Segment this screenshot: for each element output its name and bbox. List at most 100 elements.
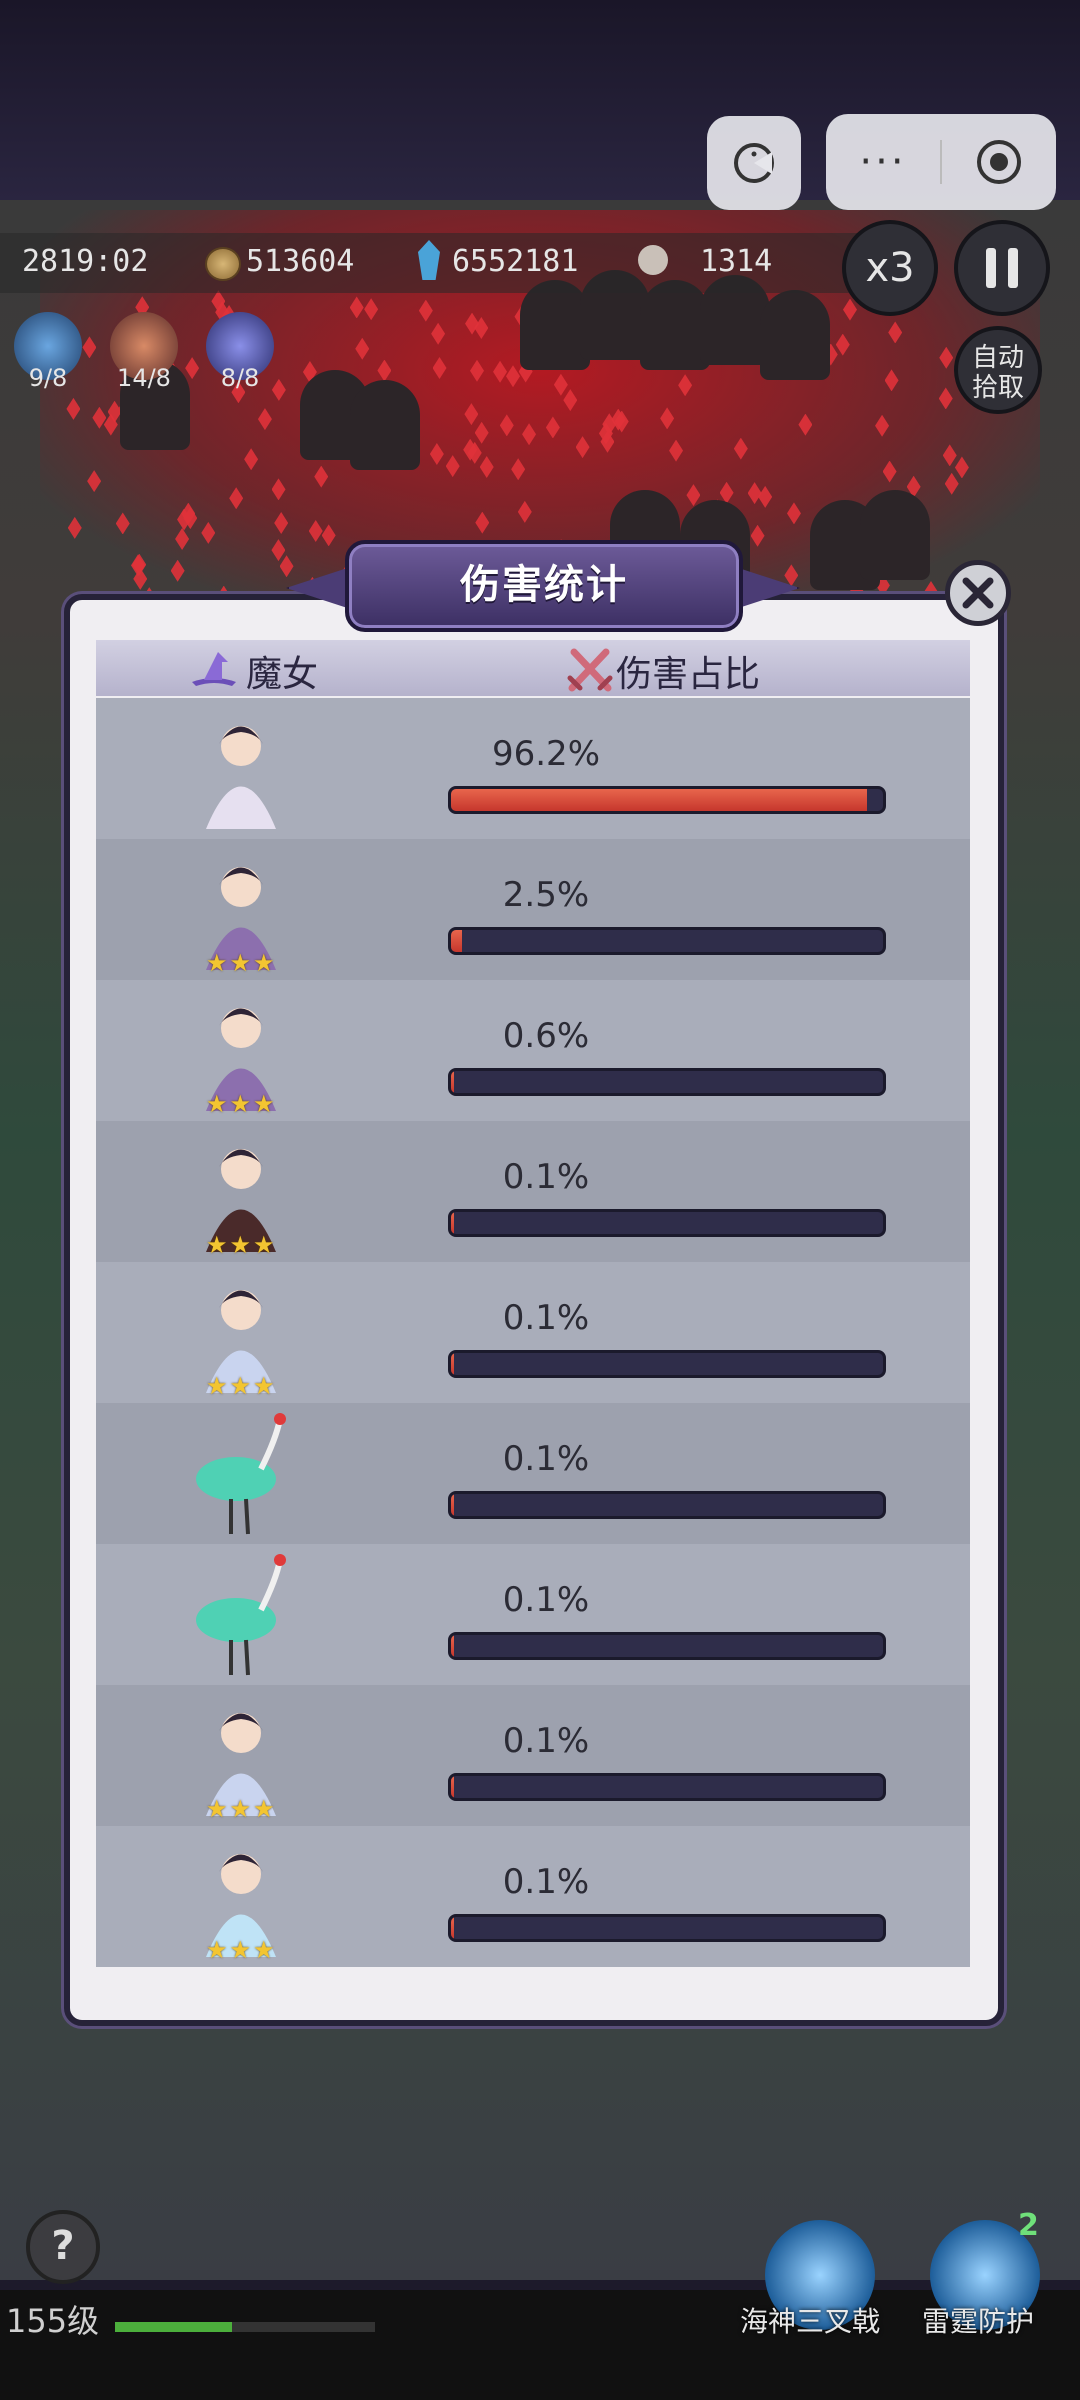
star-icon: ★ xyxy=(206,1795,228,1823)
damage-percent: 96.2% xyxy=(491,734,600,774)
damage-share-bar xyxy=(448,927,886,955)
damage-share-bar xyxy=(448,1914,886,1942)
star-icon: ★ xyxy=(206,1090,228,1118)
game-icon-button[interactable] xyxy=(707,116,801,210)
star-icon: ★ xyxy=(229,949,252,977)
witch-hat-icon xyxy=(192,652,236,686)
star-icon: ★ xyxy=(253,949,275,977)
damage-percent: 0.1% xyxy=(502,1580,590,1620)
damage-percent: 0.1% xyxy=(502,1721,590,1761)
damage-row: 96.2% xyxy=(96,698,970,839)
enemy xyxy=(350,380,420,470)
column-witch: 魔女 xyxy=(246,654,319,695)
star-rating: ★ ★ ★ xyxy=(206,951,286,977)
damage-share-fill xyxy=(451,930,462,952)
auto-pickup-label-1: 自动 xyxy=(971,343,1024,373)
star-rating: ★ ★ ★ xyxy=(206,1092,286,1118)
damage-percent: 0.1% xyxy=(502,1862,590,1902)
damage-row: 0.1% xyxy=(96,1544,970,1685)
damage-row: ★ ★ ★ 0.1% xyxy=(96,1685,970,1826)
skill-count-1: 9/8 xyxy=(28,364,68,392)
auto-pickup-button[interactable]: 自动 拾取 xyxy=(954,326,1042,414)
star-rating: ★ ★ ★ xyxy=(206,1233,286,1259)
coin-count: 513604 xyxy=(246,244,355,279)
star-icon: ★ xyxy=(253,1231,275,1259)
damage-share-fill xyxy=(451,1776,454,1798)
trident-skill-label: 海神三叉戟 xyxy=(740,2305,881,2338)
star-icon: ★ xyxy=(229,1231,252,1259)
angel-witch-portrait xyxy=(206,726,276,829)
damage-percent: 2.5% xyxy=(502,875,590,915)
damage-row: ★ ★ ★ 0.1% xyxy=(96,1826,970,1967)
survival-timer: 2819:02 xyxy=(22,244,149,279)
damage-share-fill xyxy=(451,1494,454,1516)
crane-portrait xyxy=(196,1554,286,1676)
damage-row: 0.1% xyxy=(96,1403,970,1544)
star-icon: ★ xyxy=(229,1795,252,1823)
star-icon: ★ xyxy=(253,1090,275,1118)
more-button[interactable]: ··· xyxy=(826,142,940,182)
star-icon: ★ xyxy=(229,1936,252,1964)
damage-share-fill xyxy=(451,1071,454,1093)
damage-share-bar xyxy=(448,1773,886,1801)
target-icon xyxy=(977,140,1021,184)
close-icon xyxy=(962,577,994,609)
pause-button[interactable] xyxy=(954,220,1050,316)
damage-row: ★ ★ ★ 0.1% xyxy=(96,1262,970,1403)
damage-share-fill xyxy=(451,1917,454,1939)
level-progress-bar xyxy=(115,2322,375,2332)
help-button[interactable]: ? xyxy=(26,2210,100,2284)
pause-icon xyxy=(986,248,1018,288)
star-icon: ★ xyxy=(253,1795,275,1823)
star-icon: ★ xyxy=(206,949,228,977)
damage-share-bar xyxy=(448,1209,886,1237)
star-rating: ★ ★ ★ xyxy=(206,1374,286,1400)
skill-count-2: 14/8 xyxy=(117,364,171,392)
star-rating: ★ ★ ★ xyxy=(206,1938,286,1964)
crossed-swords-icon xyxy=(567,648,613,692)
panel-title: 伤害统计 xyxy=(460,562,628,608)
star-rating: ★ ★ ★ xyxy=(206,1797,286,1823)
player-level: 155级 xyxy=(6,2302,100,2340)
damage-percent: 0.1% xyxy=(502,1298,590,1338)
damage-share-bar xyxy=(448,1350,886,1378)
damage-percent: 0.1% xyxy=(502,1157,590,1197)
kill-count: 1314 xyxy=(700,244,773,279)
coin-icon xyxy=(205,247,241,281)
damage-rows: 96.2% ★ ★ ★ 2.5% ★ ★ ★ 0.6% ★ ★ ★ 0.1% ★ ★ ★ 0.1% 0.1% 0.1… xyxy=(96,698,970,1990)
star-icon: ★ xyxy=(206,1372,228,1400)
thunder-guard-badge: 2 xyxy=(1018,2208,1039,2243)
damage-row: ★ ★ ★ 0.1% xyxy=(96,1121,970,1262)
mini-program-capsule: ··· xyxy=(826,114,1056,210)
damage-share-fill xyxy=(451,1353,454,1375)
column-damage-share: 伤害占比 xyxy=(616,654,761,695)
close-panel-button[interactable] xyxy=(945,560,1011,626)
damage-share-fill xyxy=(451,1635,454,1657)
close-mini-program-button[interactable] xyxy=(942,137,1056,187)
damage-share-bar xyxy=(448,786,886,814)
damage-row: ★ ★ ★ 0.6% xyxy=(96,980,970,1121)
damage-share-bar xyxy=(448,1632,886,1660)
speed-button[interactable]: x3 xyxy=(842,220,938,316)
star-icon: ★ xyxy=(206,1231,228,1259)
auto-pickup-label-2: 拾取 xyxy=(971,373,1024,403)
damage-share-bar xyxy=(448,1068,886,1096)
thunder-guard-label: 雷霆防护 xyxy=(922,2305,1035,2338)
damage-percent: 0.1% xyxy=(502,1439,590,1479)
damage-share-fill xyxy=(451,1212,454,1234)
damage-row: ★ ★ ★ 2.5% xyxy=(96,839,970,980)
skill-count-3: 8/8 xyxy=(220,364,260,392)
star-icon: ★ xyxy=(253,1372,275,1400)
damage-percent: 0.6% xyxy=(502,1016,590,1056)
pacman-icon xyxy=(734,143,774,183)
star-icon: ★ xyxy=(229,1090,252,1118)
crane-portrait xyxy=(196,1413,286,1535)
star-icon: ★ xyxy=(253,1936,275,1964)
level-progress-fill xyxy=(115,2322,232,2332)
enemy xyxy=(860,490,930,580)
damage-share-fill xyxy=(451,789,867,811)
crystal-count: 6552181 xyxy=(452,244,579,279)
star-icon: ★ xyxy=(229,1372,252,1400)
enemy xyxy=(760,290,830,380)
star-icon: ★ xyxy=(206,1936,228,1964)
